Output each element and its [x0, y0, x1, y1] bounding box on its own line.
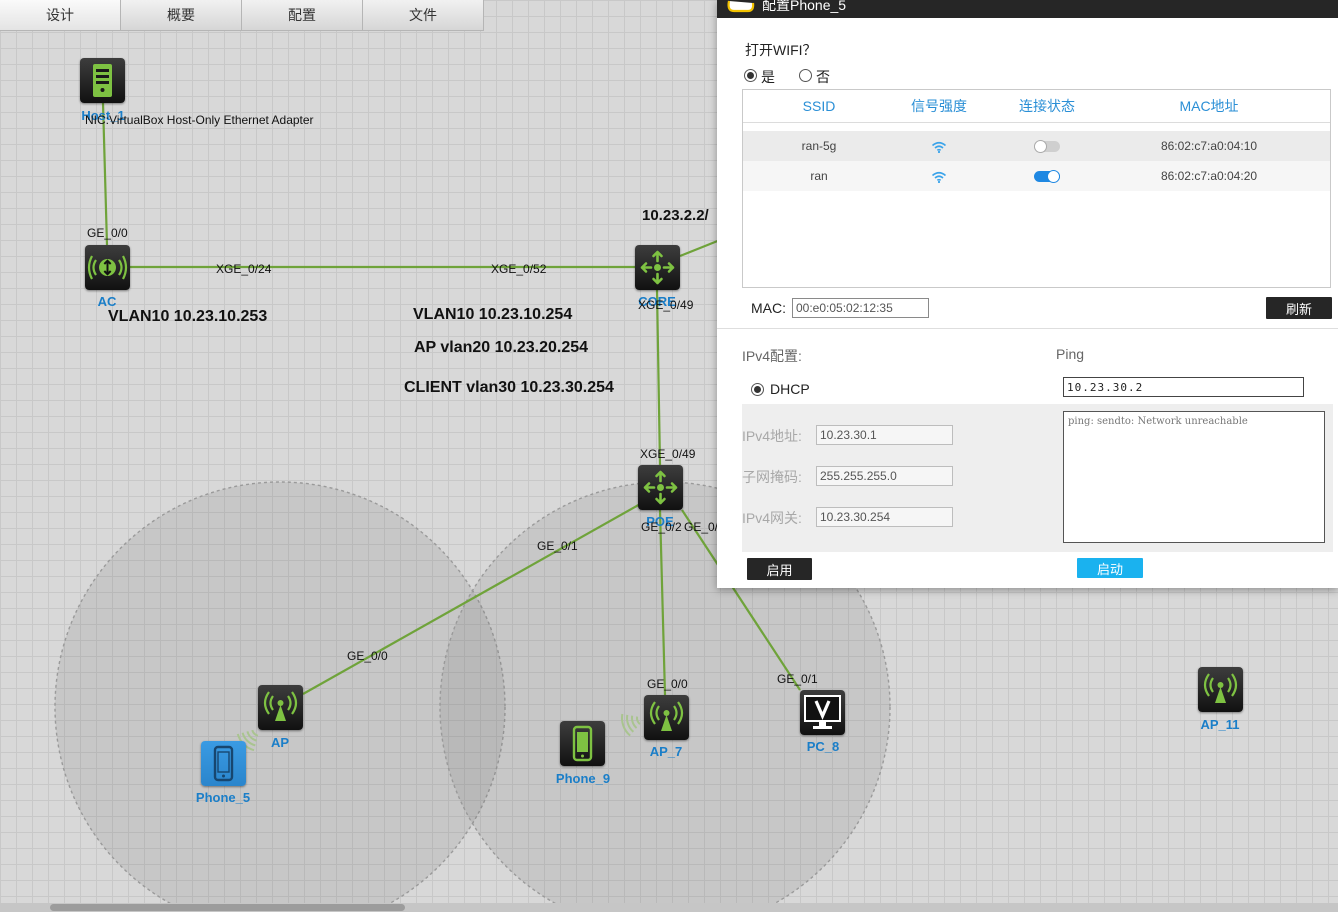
tab-file[interactable]: 文件 [363, 0, 484, 31]
host-1-nic-info: NIC:VirtualBox Host-Only Ethernet Adapte… [85, 113, 314, 127]
main-tab-bar: 设计 概要 配置 文件 [0, 0, 484, 31]
note-core-vlan20: AP vlan20 10.23.20.254 [414, 339, 589, 356]
note-core-vlan30: CLIENT vlan30 10.23.30.254 [404, 379, 614, 396]
mac-cell: 86:02:c7:a0:04:20 [1160, 169, 1258, 183]
port-label-ap7-poe: GE_0/0 [647, 677, 688, 691]
wifi-on-label: 是 [761, 69, 775, 85]
table-header: SSID 信号强度 连接状态 MAC地址 [743, 90, 1330, 123]
device-label-pc-8: PC_8 [806, 739, 840, 754]
device-label-ap-7: AP_7 [649, 744, 683, 759]
cloud-logo-icon [727, 0, 755, 13]
switch-icon [643, 470, 678, 505]
ping-heading: Ping [1056, 346, 1085, 362]
device-ac[interactable] [85, 245, 130, 290]
ipv4-address-field[interactable] [816, 425, 953, 445]
ping-output[interactable]: ping: sendto: Network unreachable [1063, 411, 1325, 543]
column-header-signal[interactable]: 信号强度 [895, 96, 983, 116]
gateway-label: IPv4网关: [742, 510, 802, 526]
port-label-poe-ap: GE_0/1 [537, 539, 578, 553]
gateway-field[interactable] [816, 507, 953, 527]
scrollbar-thumb[interactable] [50, 904, 405, 911]
device-ap[interactable] [258, 685, 303, 730]
column-header-ssid[interactable]: SSID [743, 98, 895, 114]
port-label-core-poe: XGE_0/49 [638, 298, 694, 312]
wifi-signal-icon [931, 141, 947, 153]
connect-toggle[interactable] [1034, 170, 1060, 184]
enable-button[interactable]: 启用 [747, 558, 812, 580]
device-phone-9[interactable] [560, 721, 605, 766]
wifi-on-radio[interactable] [744, 69, 757, 82]
link-core-poe[interactable] [655, 289, 662, 466]
wifi-signal-icon [931, 171, 947, 183]
port-label-ap-poe: GE_0/0 [347, 649, 388, 663]
note-ac-vlan: VLAN10 10.23.10.253 [108, 308, 268, 325]
device-poe[interactable] [638, 465, 683, 510]
mac-input[interactable] [792, 298, 929, 318]
subnet-mask-field[interactable] [816, 466, 953, 486]
phone-icon [213, 745, 234, 782]
ssid-cell: ran [810, 169, 828, 183]
device-label-phone-5: Phone_5 [195, 790, 251, 805]
port-label-ac-host: GE_0/0 [87, 226, 128, 240]
dialog-title-bar[interactable]: 配置Phone_5 [717, 0, 1338, 18]
access-point-icon [649, 701, 684, 731]
ping-target-input[interactable] [1063, 377, 1304, 397]
device-core[interactable] [635, 245, 680, 290]
device-ap-7[interactable] [644, 695, 689, 740]
pc-icon [804, 695, 841, 729]
phone-icon [572, 725, 593, 762]
server-icon [93, 64, 112, 97]
device-pc-8[interactable] [800, 690, 845, 735]
note-core-ip: 10.23.2.2/ [642, 207, 709, 224]
link-core-upstream[interactable] [679, 238, 721, 258]
device-ap-11[interactable] [1198, 667, 1243, 712]
dhcp-radio[interactable] [751, 383, 764, 396]
ipv4-address-label: IPv4地址: [742, 428, 802, 444]
note-core-vlan10: VLAN10 10.23.10.254 [413, 306, 573, 323]
wifi-toggle-prompt: 打开WIFI？ [745, 42, 817, 58]
connect-toggle[interactable] [1034, 140, 1060, 154]
config-dialog-phone-5: 配置Phone_5 打开WIFI？ 是 否 SSID 信号强度 连接状态 MAC… [717, 0, 1338, 588]
device-phone-5[interactable] [201, 741, 246, 786]
table-row[interactable]: ran 86:02:c7:a0:04:20 [743, 161, 1330, 191]
port-label-poe-core: XGE_0/49 [640, 447, 696, 461]
mac-label: MAC: [751, 300, 786, 316]
dhcp-label: DHCP [770, 381, 810, 397]
column-header-mac[interactable]: MAC地址 [1111, 96, 1307, 116]
switch-icon [640, 250, 675, 285]
port-label-pc8-poe: GE_0/1 [777, 672, 818, 686]
ssid-cell: ran-5g [801, 139, 837, 153]
port-label-poe-ap7: GE_0/2 [641, 520, 682, 534]
tab-config[interactable]: 配置 [242, 0, 363, 31]
subnet-mask-label: 子网掩码: [742, 469, 802, 485]
device-label-ap: AP [270, 735, 290, 750]
ipv4-config-heading: IPv4配置: [742, 348, 802, 364]
wireless-controller-icon [87, 255, 128, 280]
device-label-ap-11: AP_11 [1200, 717, 1240, 732]
device-label-ac: AC [97, 294, 117, 309]
tab-overview[interactable]: 概要 [121, 0, 242, 31]
column-header-status[interactable]: 连接状态 [983, 96, 1111, 116]
refresh-button[interactable]: 刷新 [1266, 297, 1332, 319]
table-row[interactable]: ran-5g 86:02:c7:a0:04:10 [743, 131, 1330, 161]
wifi-network-table: SSID 信号强度 连接状态 MAC地址 ran-5g 86:02:c7:a0:… [742, 89, 1331, 288]
access-point-icon [1203, 673, 1238, 703]
dialog-title: 配置Phone_5 [762, 0, 847, 13]
wifi-off-radio[interactable] [799, 69, 812, 82]
device-label-phone-9: Phone_9 [555, 771, 611, 786]
port-label-core-ac: XGE_0/52 [491, 262, 547, 276]
start-ping-button[interactable]: 启动 [1077, 558, 1143, 578]
section-divider [717, 328, 1338, 329]
canvas-horizontal-scrollbar[interactable] [0, 903, 1338, 912]
access-point-icon [263, 691, 298, 721]
device-host-1[interactable] [80, 58, 125, 103]
tab-design[interactable]: 设计 [0, 0, 121, 31]
mac-cell: 86:02:c7:a0:04:10 [1160, 139, 1258, 153]
port-label-ac-core: XGE_0/24 [216, 262, 272, 276]
wifi-off-label: 否 [816, 69, 830, 85]
